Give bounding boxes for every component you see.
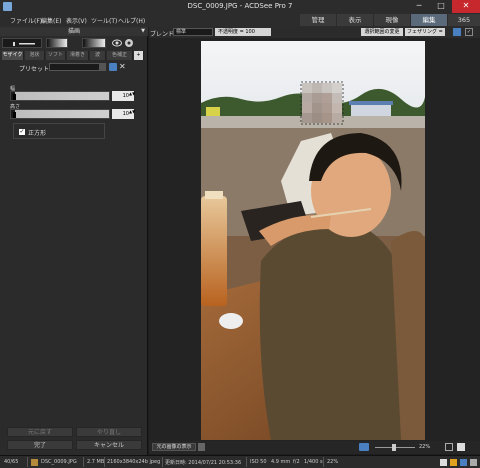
- add-tab-button[interactable]: +: [134, 51, 144, 60]
- cancel-button[interactable]: キャンセル: [76, 440, 142, 450]
- check-icon[interactable]: ✓: [465, 28, 473, 36]
- zoom-value[interactable]: 22%: [419, 444, 430, 450]
- feather-slider[interactable]: フェザリング = 0: [405, 28, 445, 43]
- zoom-icon[interactable]: [359, 443, 369, 451]
- show-original-button[interactable]: 元の画像の表示: [152, 443, 196, 451]
- tab-color-correct[interactable]: 色補正: [107, 51, 133, 60]
- image-bar: 元の画像の表示 22%: [149, 441, 480, 454]
- width-slider-handle[interactable]: [13, 94, 16, 100]
- mode-tabs: 管理 表示 現像 編集 365: [300, 13, 480, 27]
- image-canvas[interactable]: [149, 38, 480, 441]
- status-bar: 40/65 DSC_0009.JPG 2.7 MB 2160x3840x24b …: [0, 455, 480, 468]
- width-slider-block: 幅 10 ▲▼: [9, 85, 139, 103]
- menu-bar: ファイル(F) 編集(E) 表示(V) ツール(T) ヘルプ(H): [0, 13, 300, 27]
- flag-icon[interactable]: [198, 443, 205, 451]
- menu-help[interactable]: ヘルプ(H): [118, 16, 145, 25]
- menu-file[interactable]: ファイル(F): [10, 16, 42, 25]
- undo-button[interactable]: 元に戻す: [7, 427, 73, 437]
- preset-dropdown[interactable]: [49, 63, 105, 71]
- blend-dropdown[interactable]: 標準: [173, 28, 213, 36]
- status-shutter: 1/400 s: [304, 459, 323, 465]
- gear-icon[interactable]: [124, 38, 134, 48]
- status-filesize: 2.7 MB: [87, 459, 105, 465]
- tab-soft[interactable]: ソフト: [46, 51, 66, 60]
- tab-bubble[interactable]: 泡状: [25, 51, 45, 60]
- close-button[interactable]: ✕: [452, 0, 480, 13]
- mosaic-toolbar: ブレンド 標準 不透明度 = 100 選択範囲の変更 フェザリング = 0 ✓: [149, 27, 480, 43]
- tab-view[interactable]: 表示: [337, 14, 373, 26]
- gradient-preview-1[interactable]: [46, 38, 68, 48]
- zoom-slider-handle[interactable]: [392, 444, 396, 451]
- menu-edit[interactable]: 編集(E): [41, 16, 61, 25]
- width-spinner[interactable]: ▲▼: [129, 91, 135, 101]
- height-slider[interactable]: [10, 109, 110, 119]
- tab-manage[interactable]: 管理: [300, 14, 336, 26]
- status-aperture: f/2: [293, 459, 300, 465]
- title-bar: DSC_0009.JPG - ACDSee Pro 7 ─ □ ✕: [0, 0, 480, 13]
- menu-view[interactable]: 表示(V): [66, 16, 87, 25]
- maximize-button[interactable]: □: [430, 0, 452, 13]
- fit-image-icon[interactable]: [445, 443, 453, 451]
- image-file-icon: [31, 459, 38, 466]
- status-focal: 4.9 mm: [271, 459, 291, 465]
- panel-header[interactable]: 描画 ▼: [0, 27, 148, 36]
- blend-label: ブレンド: [150, 31, 175, 38]
- height-slider-handle[interactable]: [13, 112, 16, 118]
- actual-size-icon[interactable]: [457, 443, 465, 451]
- status-iso: ISO 50: [250, 459, 267, 465]
- tab-wave[interactable]: 波: [90, 51, 106, 60]
- save-preset-icon[interactable]: [109, 63, 117, 71]
- square-label: 正方形: [28, 130, 47, 137]
- chevron-down-icon[interactable]: ▼: [141, 27, 145, 36]
- tab-develop[interactable]: 現像: [374, 14, 410, 26]
- tab-edit[interactable]: 編集: [411, 14, 447, 26]
- square-checkbox[interactable]: ✓: [19, 129, 25, 135]
- photo[interactable]: [201, 41, 425, 440]
- effect-subtabs: モザイク 泡状 ソフト 滑着き 波 色補正 +: [2, 51, 146, 60]
- brush-size-preview[interactable]: [2, 38, 42, 48]
- gradient-preview-2[interactable]: [82, 38, 106, 48]
- tab-365[interactable]: 365: [448, 14, 480, 26]
- status-separator: [83, 457, 84, 467]
- menu-tools[interactable]: ツール(T): [91, 16, 117, 25]
- tab-smooth[interactable]: 滑着き: [67, 51, 89, 60]
- eye-icon[interactable]: [112, 38, 122, 48]
- redo-button[interactable]: やり直し: [76, 427, 142, 437]
- preset-dropdown-arrow[interactable]: [99, 63, 106, 71]
- panel-title: 描画: [67, 28, 80, 35]
- height-spinner[interactable]: ▲▼: [129, 109, 135, 119]
- height-slider-block: 高さ 10 ▲▼: [9, 103, 139, 121]
- left-panel: 描画 ▼ モザイク 泡状 ソフト 滑着き 波 色補正 + プリセット ✕ 幅 1…: [0, 27, 148, 455]
- square-option-group: ✓ 正方形: [13, 123, 105, 139]
- status-modified: 更新日時: 2014/07/21 20:53:36: [165, 460, 242, 466]
- preset-label: プリセット: [19, 66, 50, 73]
- status-index: 40/65: [4, 459, 19, 465]
- change-selection-button[interactable]: 選択範囲の変更: [361, 28, 403, 36]
- tab-mosaic[interactable]: モザイク: [2, 51, 24, 60]
- tray-icon-1[interactable]: [440, 459, 447, 466]
- delete-preset-icon[interactable]: ✕: [119, 62, 126, 71]
- width-slider[interactable]: [10, 91, 110, 101]
- status-separator: [27, 457, 28, 467]
- tray-icon-2[interactable]: [450, 459, 457, 466]
- tray-icon-3[interactable]: [460, 459, 467, 466]
- status-separator: [104, 457, 105, 467]
- status-zoom: 22%: [327, 459, 339, 465]
- tray-icon-4[interactable]: [470, 459, 477, 466]
- status-dimensions: 2160x3840x24b jpeg: [107, 459, 161, 465]
- status-separator: [246, 457, 247, 467]
- status-separator: [323, 457, 324, 467]
- minimize-button[interactable]: ─: [408, 0, 430, 13]
- preset-row: プリセット ✕: [5, 62, 145, 73]
- status-separator: [162, 457, 163, 467]
- done-button[interactable]: 完了: [7, 440, 73, 450]
- opacity-slider[interactable]: 不透明度 = 100: [215, 28, 271, 36]
- selection-mode-icon[interactable]: [453, 28, 461, 36]
- status-filename: DSC_0009.JPG: [41, 459, 77, 465]
- brush-row: [2, 38, 146, 48]
